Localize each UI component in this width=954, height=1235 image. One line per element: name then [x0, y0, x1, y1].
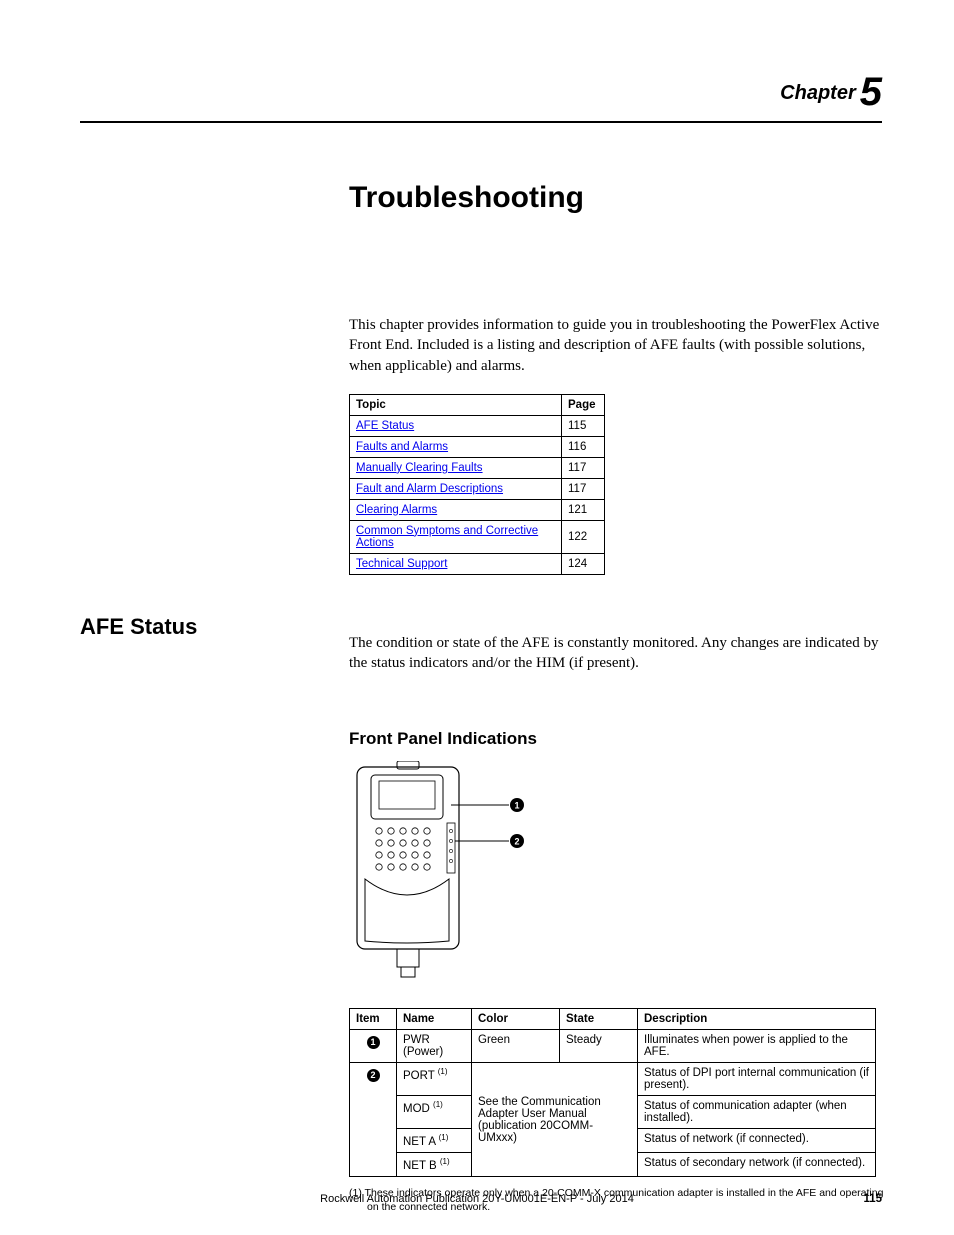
- topic-table: Topic Page AFE Status 115 Faults and Alar…: [349, 394, 605, 575]
- th-item: Item: [350, 1009, 397, 1030]
- footer: Rockwell Automation Publication 20Y-UM00…: [0, 1193, 954, 1205]
- cell-desc: Illuminates when power is applied to the…: [638, 1030, 876, 1063]
- topic-link[interactable]: AFE Status: [356, 420, 414, 432]
- item-badge-1: 1: [367, 1036, 380, 1049]
- th-desc: Description: [638, 1009, 876, 1030]
- callout-1: 1: [514, 801, 519, 811]
- hrule: [80, 121, 882, 123]
- topic-page: 117: [562, 478, 605, 499]
- topic-link[interactable]: Technical Support: [356, 558, 447, 570]
- cell-name: PORT (1): [397, 1063, 472, 1096]
- cell-desc: Status of secondary network (if connecte…: [638, 1153, 876, 1177]
- footer-pub: Rockwell Automation Publication 20Y-UM00…: [320, 1193, 634, 1205]
- topic-link[interactable]: Clearing Alarms: [356, 504, 437, 516]
- topic-page: 121: [562, 499, 605, 520]
- indicator-table: Item Name Color State Description 1 PWR …: [349, 1008, 876, 1177]
- topic-page: 116: [562, 436, 605, 457]
- callout-2: 2: [514, 837, 519, 847]
- chapter-number: 5: [860, 70, 882, 114]
- cell-desc: Status of communication adapter (when in…: [638, 1096, 876, 1129]
- topic-page: 124: [562, 553, 605, 574]
- footer-page: 115: [863, 1193, 882, 1205]
- sidehead-afe-status: AFE Status: [80, 614, 320, 640]
- topic-page: 122: [562, 520, 605, 553]
- th-color: Color: [472, 1009, 560, 1030]
- chapter-label: Chapter: [780, 82, 856, 104]
- subhead-front-panel: Front Panel Indications: [349, 729, 882, 749]
- cell-name: NET A (1): [397, 1129, 472, 1153]
- chapter-heading: Chapter5: [80, 70, 882, 115]
- topic-page: 115: [562, 415, 605, 436]
- page-title: Troubleshooting: [349, 181, 882, 215]
- cell-name: MOD (1): [397, 1096, 472, 1129]
- topic-link[interactable]: Manually Clearing Faults: [356, 462, 483, 474]
- cell-desc: Status of network (if connected).: [638, 1129, 876, 1153]
- topic-page: 117: [562, 457, 605, 478]
- front-panel-diagram: 1 2: [349, 761, 882, 986]
- cell-merged-note: See the Communication Adapter User Manua…: [472, 1063, 638, 1177]
- afe-body: The condition or state of the AFE is con…: [349, 633, 882, 674]
- intro-paragraph: This chapter provides information to gui…: [349, 315, 882, 376]
- topic-link[interactable]: Fault and Alarm Descriptions: [356, 483, 503, 495]
- item-badge-2: 2: [367, 1069, 380, 1082]
- cell-color: Green: [472, 1030, 560, 1063]
- th-page: Page: [562, 394, 605, 415]
- th-topic: Topic: [350, 394, 562, 415]
- topic-link[interactable]: Faults and Alarms: [356, 441, 448, 453]
- cell-name: PWR (Power): [397, 1030, 472, 1063]
- cell-desc: Status of DPI port internal communicatio…: [638, 1063, 876, 1096]
- cell-name: NET B (1): [397, 1153, 472, 1177]
- th-name: Name: [397, 1009, 472, 1030]
- cell-state: Steady: [560, 1030, 638, 1063]
- topic-link[interactable]: Common Symptoms and Corrective Actions: [356, 525, 538, 549]
- th-state: State: [560, 1009, 638, 1030]
